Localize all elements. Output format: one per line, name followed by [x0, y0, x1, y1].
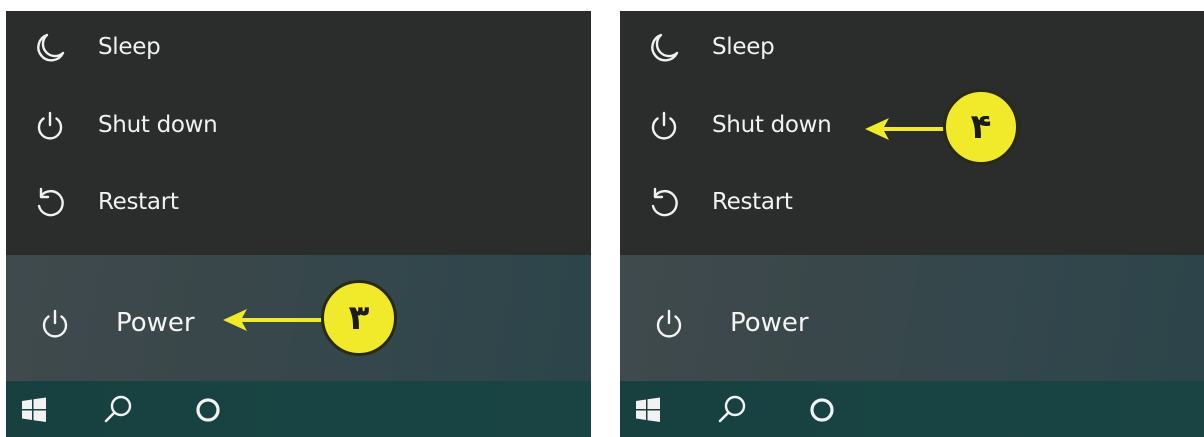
shutdown-label: Shut down	[712, 112, 832, 138]
callout-step-4: ۴	[863, 87, 1053, 171]
moon-icon	[651, 33, 679, 62]
restart-option[interactable]: Restart	[620, 174, 1204, 234]
windows-logo-icon[interactable]	[12, 391, 52, 429]
restart-label: Restart	[98, 189, 179, 215]
start-menu-panel-left: Sleep Shut down Restart Power	[6, 11, 591, 437]
restart-option[interactable]: Restart	[6, 174, 591, 234]
moon-icon	[37, 33, 65, 62]
cortana-icon[interactable]	[802, 391, 842, 429]
step-number-badge: ۳	[321, 280, 397, 356]
power-options-menu: Sleep Shut down Restart	[6, 11, 591, 255]
step-number-badge: ۴	[943, 89, 1019, 165]
power-label: Power	[730, 308, 809, 338]
power-button[interactable]: Power	[620, 295, 1204, 355]
taskbar	[6, 381, 591, 437]
start-menu-panel-right: Sleep Shut down Restart Power ۴	[620, 11, 1204, 437]
sleep-label: Sleep	[98, 34, 161, 60]
shutdown-option[interactable]: Shut down	[6, 97, 591, 157]
sleep-option[interactable]: Sleep	[620, 19, 1204, 79]
power-area: Power	[620, 255, 1204, 381]
power-icon	[42, 309, 68, 338]
power-label: Power	[116, 308, 195, 338]
sleep-option[interactable]: Sleep	[6, 19, 591, 79]
callout-step-3: ۳	[221, 278, 411, 362]
search-icon[interactable]	[712, 391, 752, 429]
search-icon[interactable]	[98, 391, 138, 429]
sleep-label: Sleep	[712, 34, 775, 60]
restart-icon	[37, 187, 64, 217]
power-icon	[656, 309, 682, 338]
shutdown-label: Shut down	[98, 112, 218, 138]
restart-icon	[651, 187, 678, 217]
restart-label: Restart	[712, 189, 793, 215]
power-icon	[37, 111, 63, 140]
taskbar	[620, 381, 1204, 437]
power-icon	[651, 111, 677, 140]
cortana-icon[interactable]	[188, 391, 228, 429]
windows-logo-icon[interactable]	[626, 391, 666, 429]
